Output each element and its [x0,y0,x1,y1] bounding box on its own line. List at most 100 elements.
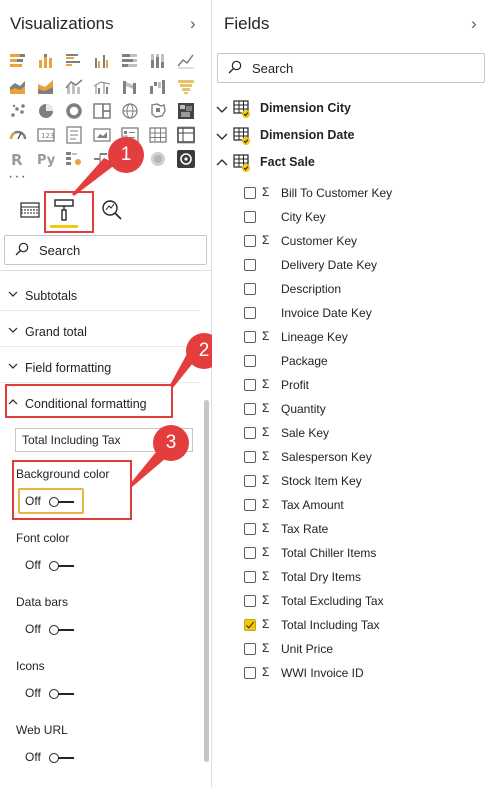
python-visual-icon[interactable]: Py [37,150,59,168]
kpi-icon[interactable] [93,126,111,144]
fields-tab[interactable] [17,196,45,226]
collapse-visualizations-button[interactable]: › [190,14,196,34]
table-dimension-city[interactable]: Dimension City [212,97,491,121]
line-chart-icon[interactable] [177,52,195,70]
100-stacked-bar-chart-icon[interactable] [121,52,139,70]
line-and-stacked-column-chart-icon[interactable] [65,78,83,96]
field-checkbox[interactable] [244,379,256,391]
field-checkbox[interactable] [244,643,256,655]
section-grand-total[interactable]: Grand total [0,320,200,346]
field-checkbox[interactable] [244,571,256,583]
field-checkbox[interactable] [244,547,256,559]
field-row[interactable]: Σ Total Excluding Tax [212,590,491,614]
section-label: Field formatting [25,361,112,375]
multi-row-card-icon[interactable] [65,126,83,144]
format-pane-scrollbar[interactable] [204,400,209,762]
field-checkbox[interactable] [244,211,256,223]
field-checkbox[interactable] [244,403,256,415]
waterfall-chart-icon[interactable] [149,78,167,96]
field-row[interactable]: Σ Total Chiller Items [212,542,491,566]
field-row[interactable]: Σ Quantity [212,398,491,422]
field-name: Tax Rate [281,522,329,536]
sigma-icon: Σ [262,329,270,343]
scatter-chart-icon[interactable] [9,102,27,120]
field-row[interactable]: Σ Salesperson Key [212,446,491,470]
field-checkbox[interactable] [244,283,256,295]
collapse-fields-button[interactable]: › [471,14,477,34]
table-visual-icon[interactable] [149,126,167,144]
field-row[interactable]: Invoice Date Key [212,302,491,326]
field-checkbox[interactable] [244,523,256,535]
stacked-area-chart-icon[interactable] [37,78,55,96]
filled-map-icon[interactable] [149,102,167,120]
field-checkbox[interactable] [244,499,256,511]
qa-visual-icon[interactable] [149,150,167,168]
donut-chart-icon[interactable] [65,102,83,120]
section-subtotals[interactable]: Subtotals [0,284,200,310]
field-row[interactable]: Σ Tax Rate [212,518,491,542]
treemap-icon[interactable] [93,102,111,120]
ribbon-chart-icon[interactable] [121,78,139,96]
field-checkbox[interactable] [244,259,256,271]
field-row[interactable]: Σ Profit [212,374,491,398]
field-row[interactable]: Description [212,278,491,302]
svg-text:R: R [11,151,23,168]
field-checkbox[interactable] [244,451,256,463]
table-dimension-date[interactable]: Dimension Date [212,124,491,148]
100-stacked-column-chart-icon[interactable] [149,52,167,70]
field-checkbox[interactable] [244,235,256,247]
field-checkbox[interactable] [244,355,256,367]
field-row[interactable]: Σ Tax Amount [212,494,491,518]
clustered-bar-chart-icon[interactable] [65,52,83,70]
map-icon[interactable] [121,102,139,120]
web-url-toggle[interactable]: Off [25,750,95,766]
field-row[interactable]: Σ WWI Invoice ID [212,662,491,686]
area-chart-icon[interactable] [9,78,27,96]
more-visuals-button[interactable]: ··· [8,168,27,186]
icons-toggle[interactable]: Off [25,686,95,702]
field-row[interactable]: Σ Total Dry Items [212,566,491,590]
field-row[interactable]: Σ Customer Key [212,230,491,254]
field-checkbox[interactable] [244,595,256,607]
field-row[interactable]: Σ Lineage Key [212,326,491,350]
field-checkbox-checked[interactable] [244,619,256,631]
field-checkbox[interactable] [244,667,256,679]
field-row[interactable]: Σ Total Including Tax [212,614,491,638]
pie-chart-icon[interactable] [37,102,55,120]
line-and-clustered-column-chart-icon[interactable] [93,78,111,96]
field-row[interactable]: Σ Stock Item Key [212,470,491,494]
format-search-box[interactable]: Search [4,235,207,265]
field-row[interactable]: City Key [212,206,491,230]
card-icon[interactable]: 123 [37,126,55,144]
field-row[interactable]: Σ Bill To Customer Key [212,182,491,206]
field-row[interactable]: Σ Unit Price [212,638,491,662]
r-script-visual-icon[interactable]: R [9,150,27,169]
field-checkbox[interactable] [244,427,256,439]
stacked-column-chart-icon[interactable] [37,52,55,70]
gauge-icon[interactable] [9,126,27,144]
toggle-track [58,693,74,695]
toggle-track [58,629,74,631]
field-name: Invoice Date Key [281,306,372,320]
matrix-visual-icon[interactable] [177,126,195,144]
clustered-column-chart-icon[interactable] [93,52,111,70]
data-bars-toggle[interactable]: Off [25,622,95,638]
fields-pane: Fields › Search Dimension City Dimension… [212,0,491,788]
font-color-toggle[interactable]: Off [25,558,95,574]
field-name: Total Dry Items [281,570,362,584]
field-checkbox[interactable] [244,475,256,487]
field-checkbox[interactable] [244,307,256,319]
shape-map-icon[interactable] [177,102,195,120]
custom-visual-icon[interactable] [177,150,195,168]
table-fact-sale[interactable]: Fact Sale [212,151,491,175]
field-row[interactable]: Delivery Date Key [212,254,491,278]
funnel-chart-icon[interactable] [177,78,195,96]
field-name: Tax Amount [281,498,344,512]
stacked-bar-chart-icon[interactable] [9,52,27,70]
field-row[interactable]: Package [212,350,491,374]
fields-search-box[interactable]: Search [217,53,485,83]
analytics-tab[interactable] [98,196,126,226]
field-row[interactable]: Σ Sale Key [212,422,491,446]
field-checkbox[interactable] [244,187,256,199]
field-checkbox[interactable] [244,331,256,343]
